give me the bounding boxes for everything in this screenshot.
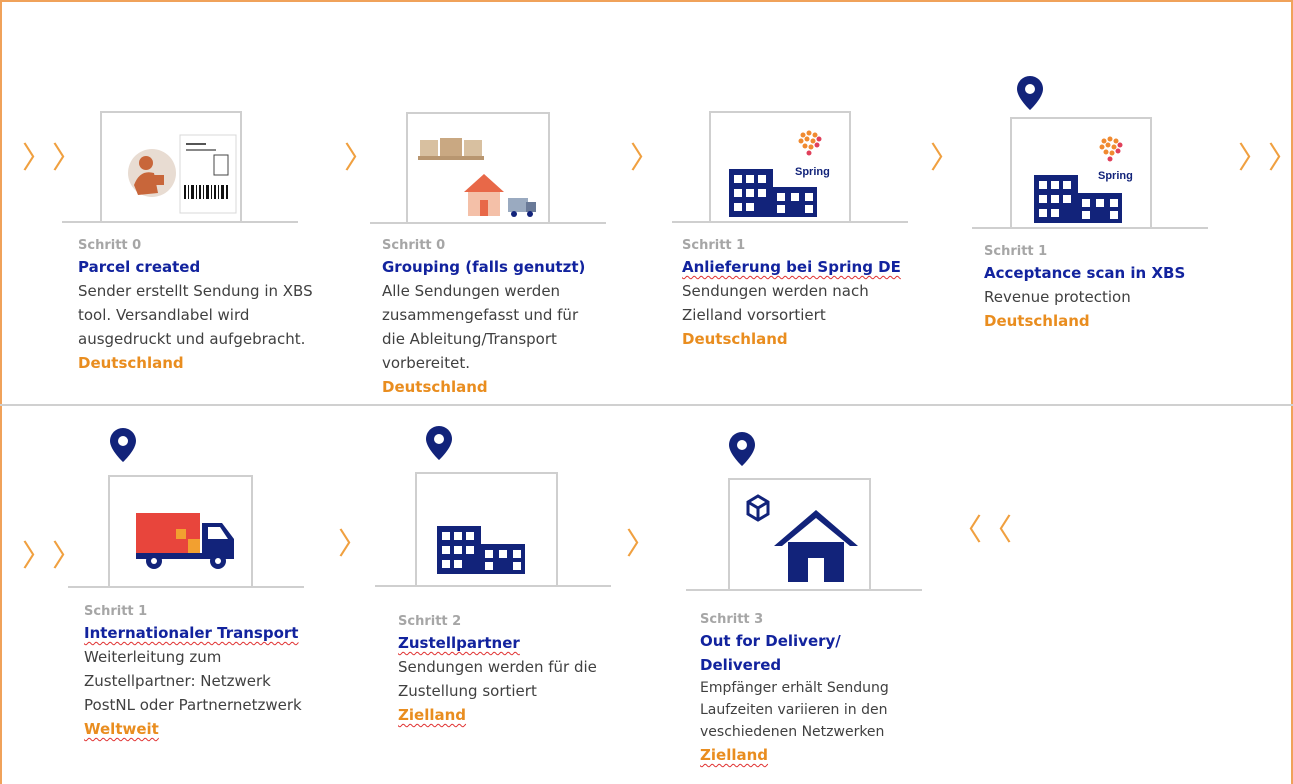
house-package-icon [728, 478, 871, 589]
step-description-line: die Ableitung/Transport [382, 330, 557, 348]
step-title: Internationaler Transport [84, 624, 299, 642]
warehouse-icon [415, 472, 558, 585]
card-baseline [375, 585, 611, 587]
step-number: Schritt 0 [382, 238, 446, 253]
step-description-line: tool. Versandlabel wird [78, 306, 250, 324]
card-baseline [672, 221, 908, 223]
step-description-line: PostNL oder Partnernetzwerk [84, 696, 302, 714]
double-chevron-right-icon: 〉〉 [22, 141, 82, 176]
step-number: Schritt 1 [84, 604, 148, 619]
step-description-line: Zustellung sortiert [398, 682, 537, 700]
chevron-right-icon: 〉 [930, 141, 960, 176]
step-location: Weltweit [84, 720, 159, 738]
step-number: Schritt 1 [984, 244, 1048, 259]
location-pin-icon [110, 428, 136, 462]
step-description-line: Weiterleitung zum [84, 648, 222, 666]
step-number: Schritt 1 [682, 238, 746, 253]
step-number: Schritt 3 [700, 612, 764, 627]
chevron-right-icon: 〉 [626, 527, 656, 562]
step-description-line: veschiedenen Netzwerken [700, 724, 885, 740]
step-description-line: Revenue protection [984, 288, 1131, 306]
step-description-line: Empfänger erhält Sendung [700, 680, 889, 696]
step-location: Zielland [700, 746, 769, 764]
step-description-line: Sendungen werden für die [398, 658, 597, 676]
step-number: Schritt 0 [78, 238, 142, 253]
step-location: Zielland [398, 706, 467, 724]
chevron-right-icon: 〉 [630, 141, 660, 176]
step-title: Zustellpartner [398, 634, 520, 652]
step-description-line: Sender erstellt Sendung in XBS [78, 282, 313, 300]
step-description-line: vorbereitet. [382, 354, 470, 372]
card-baseline [686, 589, 922, 591]
grouping-icon [406, 112, 550, 222]
step-description-line: zusammengefasst und für [382, 306, 579, 324]
double-chevron-left-icon: 〈〈 [952, 513, 1012, 548]
step-location: Deutschland [984, 312, 1090, 330]
spring-warehouse-icon: Spring [709, 111, 851, 221]
step-title: Out for Delivery/ [700, 632, 841, 650]
chevron-right-icon: 〉 [338, 527, 368, 562]
step-title: Delivered [700, 656, 782, 674]
truck-icon [108, 475, 253, 586]
step-title: Grouping (falls genutzt) [382, 258, 586, 276]
location-pin-icon [426, 426, 452, 460]
location-pin-icon [1017, 76, 1043, 110]
location-pin-icon [729, 432, 755, 466]
spring-warehouse-icon: Spring [1010, 117, 1152, 227]
row-divider [0, 404, 1293, 406]
card-baseline [370, 222, 606, 224]
step-title: Acceptance scan in XBS [984, 264, 1186, 282]
step-location: Deutschland [78, 354, 184, 372]
card-baseline [972, 227, 1208, 229]
step-description-line: Sendungen werden nach [682, 282, 869, 300]
double-chevron-right-icon: 〉〉 [22, 539, 82, 574]
parcel-label-icon [100, 111, 242, 221]
card-baseline [68, 586, 304, 588]
step-title: Parcel created [78, 258, 201, 276]
step-description-line: Zustellpartner: Netzwerk [84, 672, 271, 690]
step-description-line: ausgedruckt und aufgebracht. [78, 330, 306, 348]
step-description-line: Alle Sendungen werden [382, 282, 561, 300]
step-title: Anlieferung bei Spring DE [682, 258, 901, 276]
step-location: Deutschland [682, 330, 788, 348]
step-number: Schritt 2 [398, 614, 462, 629]
card-baseline [62, 221, 298, 223]
step-description-line: Laufzeiten variieren in den [700, 702, 888, 718]
step-location: Deutschland [382, 378, 488, 396]
chevron-right-icon: 〉 [344, 141, 374, 176]
step-description-line: Zielland vorsortiert [682, 306, 826, 324]
double-chevron-right-icon: 〉〉 [1238, 141, 1293, 176]
